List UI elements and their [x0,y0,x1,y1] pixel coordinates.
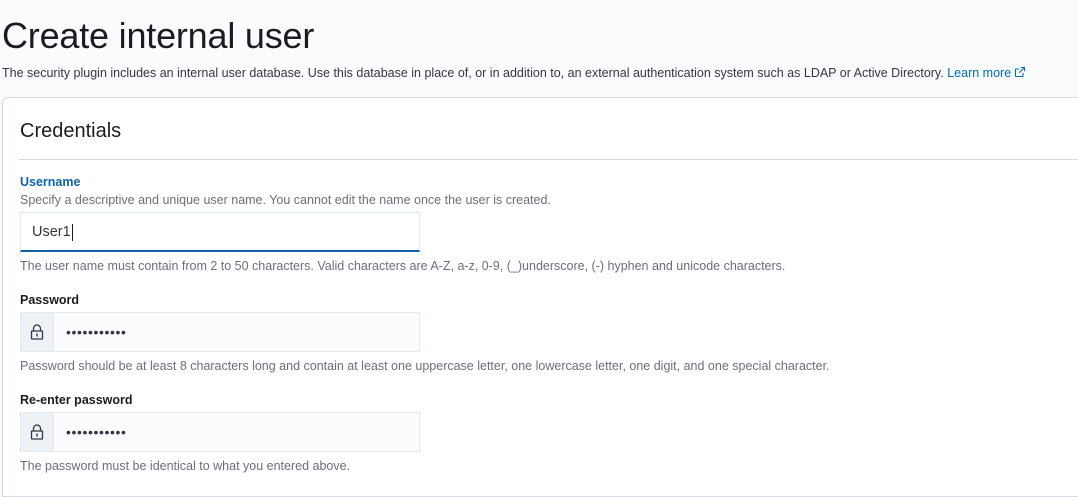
credentials-divider [19,159,1078,160]
password-label: Password [20,293,80,307]
username-help-bottom: The user name must contain from 2 to 50 … [20,259,786,273]
password-lock-prepend [21,313,54,351]
username-input[interactable] [21,213,419,250]
page-description: The security plugin includes an internal… [2,65,1026,81]
username-field[interactable] [20,212,420,252]
page-title: Create internal user [2,15,315,56]
lock-icon [30,424,44,440]
reenter-password-label: Re-enter password [20,393,133,407]
learn-more-link[interactable]: Learn more [947,66,1026,80]
external-link-icon [1015,66,1026,78]
credentials-panel: Credentials Username Specify a descripti… [2,97,1078,497]
lock-icon [30,324,44,340]
text-caret [72,224,73,241]
username-label: Username [20,175,81,189]
username-help-top: Specify a descriptive and unique user na… [20,193,551,207]
reenter-password-input[interactable]: ••••••••••• [66,413,127,451]
password-field[interactable]: ••••••••••• [20,312,420,352]
page-description-text: The security plugin includes an internal… [2,66,944,80]
password-help: Password should be at least 8 characters… [20,359,830,373]
reenter-password-lock-prepend [21,413,54,451]
password-input[interactable]: ••••••••••• [66,313,127,351]
credentials-title: Credentials [20,120,122,142]
reenter-password-help: The password must be identical to what y… [20,459,351,473]
reenter-password-field[interactable]: ••••••••••• [20,412,420,452]
learn-more-label: Learn more [947,66,1012,80]
